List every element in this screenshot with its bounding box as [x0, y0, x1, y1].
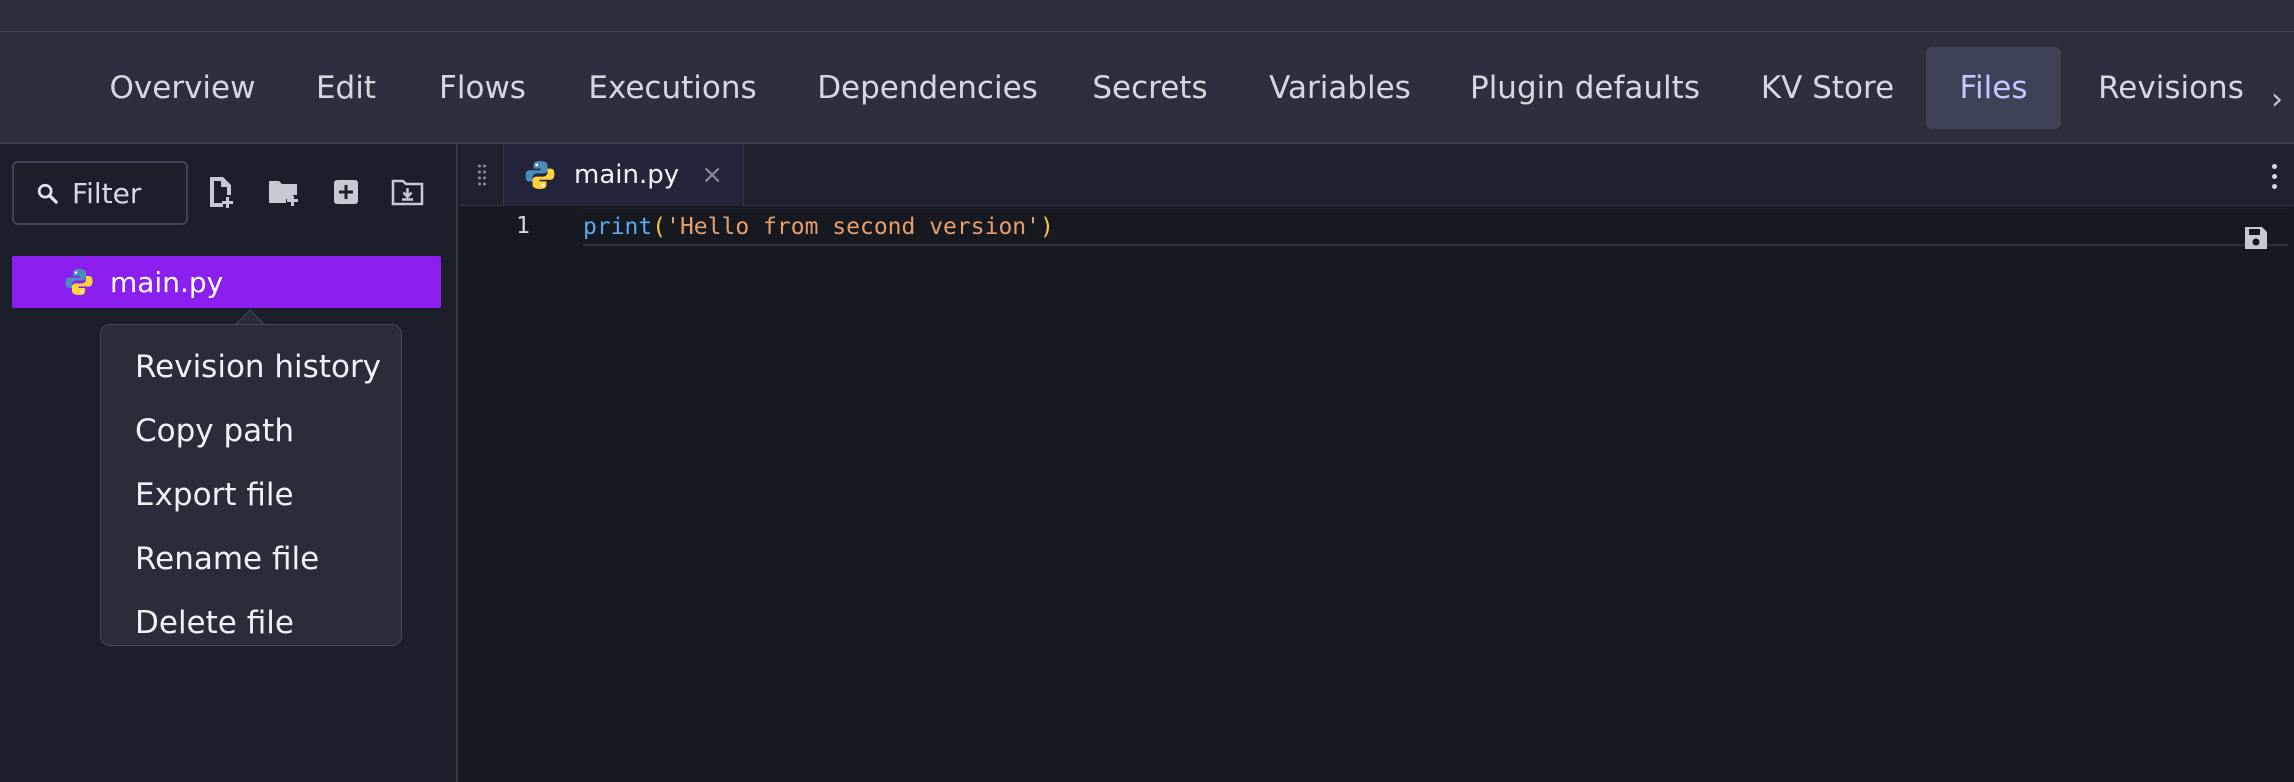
code-editor: main.py × 1 print('Hello from second ver… [460, 144, 2294, 782]
tab-plugin-defaults[interactable]: Plugin defaults [1460, 47, 1710, 129]
tab-files[interactable]: Files [1926, 47, 2061, 129]
tab-secrets[interactable]: Secrets [1080, 47, 1220, 129]
new-file-icon[interactable] [204, 172, 240, 212]
close-icon[interactable]: × [701, 160, 723, 190]
code-token-function: print [583, 214, 653, 240]
menu-item-copy-path[interactable]: Copy path [101, 399, 401, 463]
tab-flows[interactable]: Flows [420, 47, 545, 129]
namespace-tabs: Overview Edit Flows Executions Dependenc… [0, 32, 2294, 144]
editor-tab-bar: main.py × [460, 144, 2294, 206]
filter-button[interactable]: Filter [12, 161, 188, 225]
filter-label: Filter [72, 176, 142, 210]
code-token-string: 'Hello from second version' [666, 214, 1040, 240]
code-token-paren-open: ( [652, 214, 667, 240]
more-options-icon[interactable] [2264, 156, 2284, 196]
tab-overview[interactable]: Overview [90, 47, 275, 129]
menu-item-delete-file[interactable]: Delete file [101, 591, 401, 655]
file-name: main.py [110, 265, 224, 299]
editor-tab-label: main.py [574, 160, 680, 190]
tab-dependencies[interactable]: Dependencies [800, 47, 1055, 129]
tab-edit[interactable]: Edit [300, 47, 392, 129]
file-explorer: Filter main.py Revision history Copy pat… [0, 144, 458, 782]
tab-kv-store[interactable]: KV Store [1740, 47, 1915, 129]
chevron-right-icon[interactable]: › [2262, 77, 2292, 121]
menu-item-revision-history[interactable]: Revision history [101, 335, 401, 399]
code-token-paren-close: ) [1039, 214, 1054, 240]
editor-tab-main-py[interactable]: main.py × [504, 144, 744, 206]
drag-handle-icon[interactable] [460, 144, 504, 206]
save-icon[interactable] [2242, 224, 2270, 252]
file-context-menu: Revision history Copy path Export file R… [100, 324, 402, 646]
python-icon [65, 269, 93, 295]
import-folder-icon[interactable] [390, 172, 426, 212]
tab-executions[interactable]: Executions [570, 47, 775, 129]
tab-revisions[interactable]: Revisions [2086, 47, 2256, 129]
python-icon [525, 161, 555, 189]
file-item-main-py[interactable]: main.py [12, 256, 441, 308]
tab-variables[interactable]: Variables [1250, 47, 1430, 129]
menu-item-export-file[interactable]: Export file [101, 463, 401, 527]
new-folder-icon[interactable] [266, 172, 302, 212]
code-line[interactable]: print('Hello from second version') [583, 208, 2288, 246]
top-bar [0, 0, 2294, 32]
search-icon [37, 183, 58, 204]
line-number: 1 [516, 213, 530, 239]
add-icon[interactable] [328, 172, 364, 212]
menu-item-rename-file[interactable]: Rename file [101, 527, 401, 591]
